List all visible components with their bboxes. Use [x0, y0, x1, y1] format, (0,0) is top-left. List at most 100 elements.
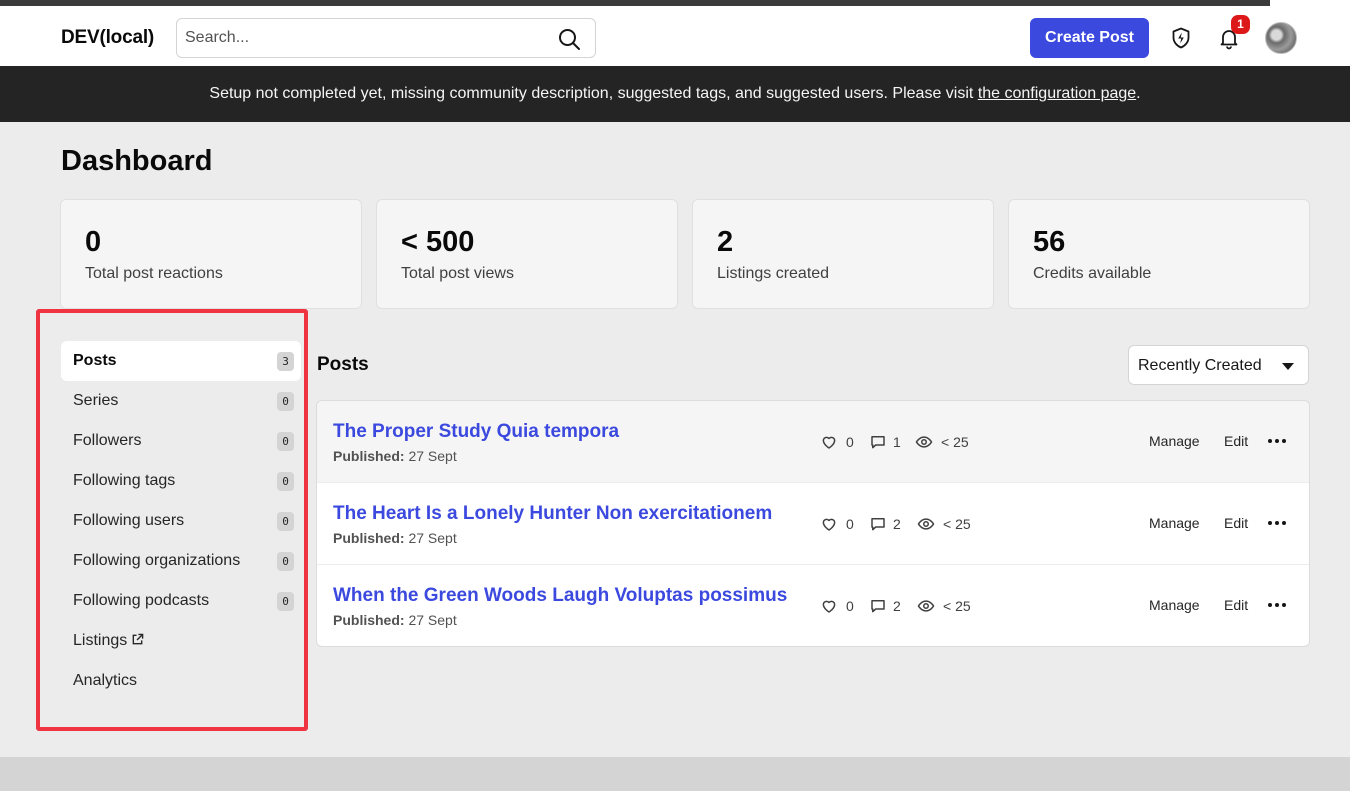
- sidebar-item-label: Following podcasts: [73, 592, 210, 609]
- sidebar-item-posts[interactable]: Posts 3: [61, 341, 301, 381]
- stat-label: Total post views: [401, 265, 514, 282]
- stat-card-credits: 56 Credits available: [1008, 199, 1310, 309]
- posts-heading: Posts: [317, 354, 369, 375]
- stat-value: 2: [717, 226, 734, 258]
- more-options-icon[interactable]: [1267, 514, 1287, 532]
- sidebar-item-label: Posts: [73, 352, 117, 369]
- stat-label: Total post reactions: [85, 265, 223, 282]
- eye-icon: [915, 436, 933, 448]
- stat-card-views: < 500 Total post views: [376, 199, 678, 309]
- published-date: 27 Sept: [408, 612, 457, 628]
- sidebar-item-label: Following tags: [73, 472, 176, 489]
- reactions-count: 0: [846, 434, 854, 450]
- post-title-link[interactable]: The Proper Study Quia tempora: [333, 421, 619, 443]
- search-input[interactable]: [185, 19, 545, 57]
- sidebar-item-count: 0: [277, 472, 294, 491]
- manage-button[interactable]: Manage: [1149, 515, 1200, 531]
- sidebar-item-label: Analytics: [73, 672, 138, 689]
- comment-icon: [871, 518, 885, 531]
- post-row: The Proper Study Quia tempora Published:…: [317, 401, 1309, 483]
- sidebar-item-label: Followers: [73, 432, 142, 449]
- post-published-date: Published: 27 Sept: [333, 530, 457, 546]
- browser-top-bar: [0, 0, 1270, 6]
- page-title: Dashboard: [61, 145, 213, 177]
- banner-suffix: .: [1136, 85, 1141, 102]
- views-count: < 25: [943, 516, 971, 532]
- configuration-link[interactable]: the configuration page: [978, 85, 1136, 103]
- post-row: When the Green Woods Laugh Voluptas poss…: [317, 565, 1309, 646]
- published-label: Published:: [333, 612, 405, 628]
- edit-button[interactable]: Edit: [1224, 597, 1248, 613]
- views-count: < 25: [941, 434, 969, 450]
- footer-band: [0, 757, 1350, 791]
- stat-value: 0: [85, 226, 102, 258]
- published-label: Published:: [333, 448, 405, 464]
- sidebar-item-following-users[interactable]: Following users 0: [61, 501, 301, 541]
- heart-icon: [822, 600, 836, 613]
- search-box: [176, 18, 596, 58]
- views-count: < 25: [943, 598, 971, 614]
- published-label: Published:: [333, 530, 405, 546]
- sidebar-item-following-podcasts[interactable]: Following podcasts 0: [61, 581, 301, 621]
- site-logo[interactable]: DEV(local): [61, 27, 154, 49]
- comments-count: 1: [893, 434, 901, 450]
- stat-label: Credits available: [1033, 265, 1152, 282]
- site-header: DEV(local) Create Post 1: [0, 10, 1350, 66]
- sidebar-item-label: Listings: [73, 632, 128, 649]
- sidebar-item-count: 0: [277, 552, 294, 571]
- dashboard-sidebar: Posts 3 Series 0 Followers 0 Following t…: [36, 309, 308, 731]
- comment-icon: [871, 600, 885, 613]
- sidebar-item-count: 0: [277, 512, 294, 531]
- browser-top-strip: [0, 0, 1350, 10]
- banner-text: Setup not completed yet, missing communi…: [209, 85, 974, 102]
- sidebar-item-count: 3: [277, 352, 294, 371]
- heart-icon: [822, 436, 836, 449]
- sort-select[interactable]: Recently Created: [1128, 345, 1309, 385]
- sidebar-item-following-tags[interactable]: Following tags 0: [61, 461, 301, 501]
- sidebar-item-count: 0: [277, 392, 294, 411]
- external-link-icon: [132, 633, 144, 645]
- sort-select-value: Recently Created: [1138, 357, 1262, 374]
- comments-count: 2: [893, 598, 901, 614]
- more-options-icon[interactable]: [1267, 596, 1287, 614]
- create-post-button[interactable]: Create Post: [1030, 18, 1149, 58]
- stat-value: 56: [1033, 226, 1066, 258]
- eye-icon: [917, 518, 935, 530]
- sidebar-item-analytics[interactable]: Analytics: [61, 661, 301, 701]
- post-published-date: Published: 27 Sept: [333, 612, 457, 628]
- sidebar-item-count: 0: [277, 432, 294, 451]
- published-date: 27 Sept: [408, 530, 457, 546]
- manage-button[interactable]: Manage: [1149, 433, 1200, 449]
- stat-label: Listings created: [717, 265, 830, 282]
- setup-banner: Setup not completed yet, missing communi…: [0, 66, 1350, 122]
- edit-button[interactable]: Edit: [1224, 515, 1248, 531]
- shield-bolt-icon[interactable]: [1169, 26, 1193, 50]
- notification-badge: 1: [1231, 15, 1250, 34]
- published-date: 27 Sept: [408, 448, 457, 464]
- post-row: The Heart Is a Lonely Hunter Non exercit…: [317, 483, 1309, 565]
- post-title-link[interactable]: When the Green Woods Laugh Voluptas poss…: [333, 585, 787, 607]
- user-avatar[interactable]: [1265, 22, 1297, 54]
- sidebar-item-followers[interactable]: Followers 0: [61, 421, 301, 461]
- post-title-link[interactable]: The Heart Is a Lonely Hunter Non exercit…: [333, 503, 772, 525]
- manage-button[interactable]: Manage: [1149, 597, 1200, 613]
- search-icon[interactable]: [557, 27, 581, 51]
- edit-button[interactable]: Edit: [1224, 433, 1248, 449]
- reactions-count: 0: [846, 516, 854, 532]
- post-published-date: Published: 27 Sept: [333, 448, 457, 464]
- sidebar-item-label: Series: [73, 392, 119, 409]
- sidebar-item-series[interactable]: Series 0: [61, 381, 301, 421]
- more-options-icon[interactable]: [1267, 432, 1287, 450]
- sidebar-item-label: Following users: [73, 512, 185, 529]
- sidebar-item-label: Following organizations: [73, 552, 241, 569]
- sidebar-item-count: 0: [277, 592, 294, 611]
- reactions-count: 0: [846, 598, 854, 614]
- sidebar-item-listings[interactable]: Listings: [61, 621, 301, 661]
- stat-value: < 500: [401, 226, 475, 258]
- stat-card-listings: 2 Listings created: [692, 199, 994, 309]
- sidebar-item-following-organizations[interactable]: Following organizations 0: [61, 541, 301, 581]
- eye-icon: [917, 600, 935, 612]
- comments-count: 2: [893, 516, 901, 532]
- heart-icon: [822, 518, 836, 531]
- comment-icon: [871, 436, 885, 449]
